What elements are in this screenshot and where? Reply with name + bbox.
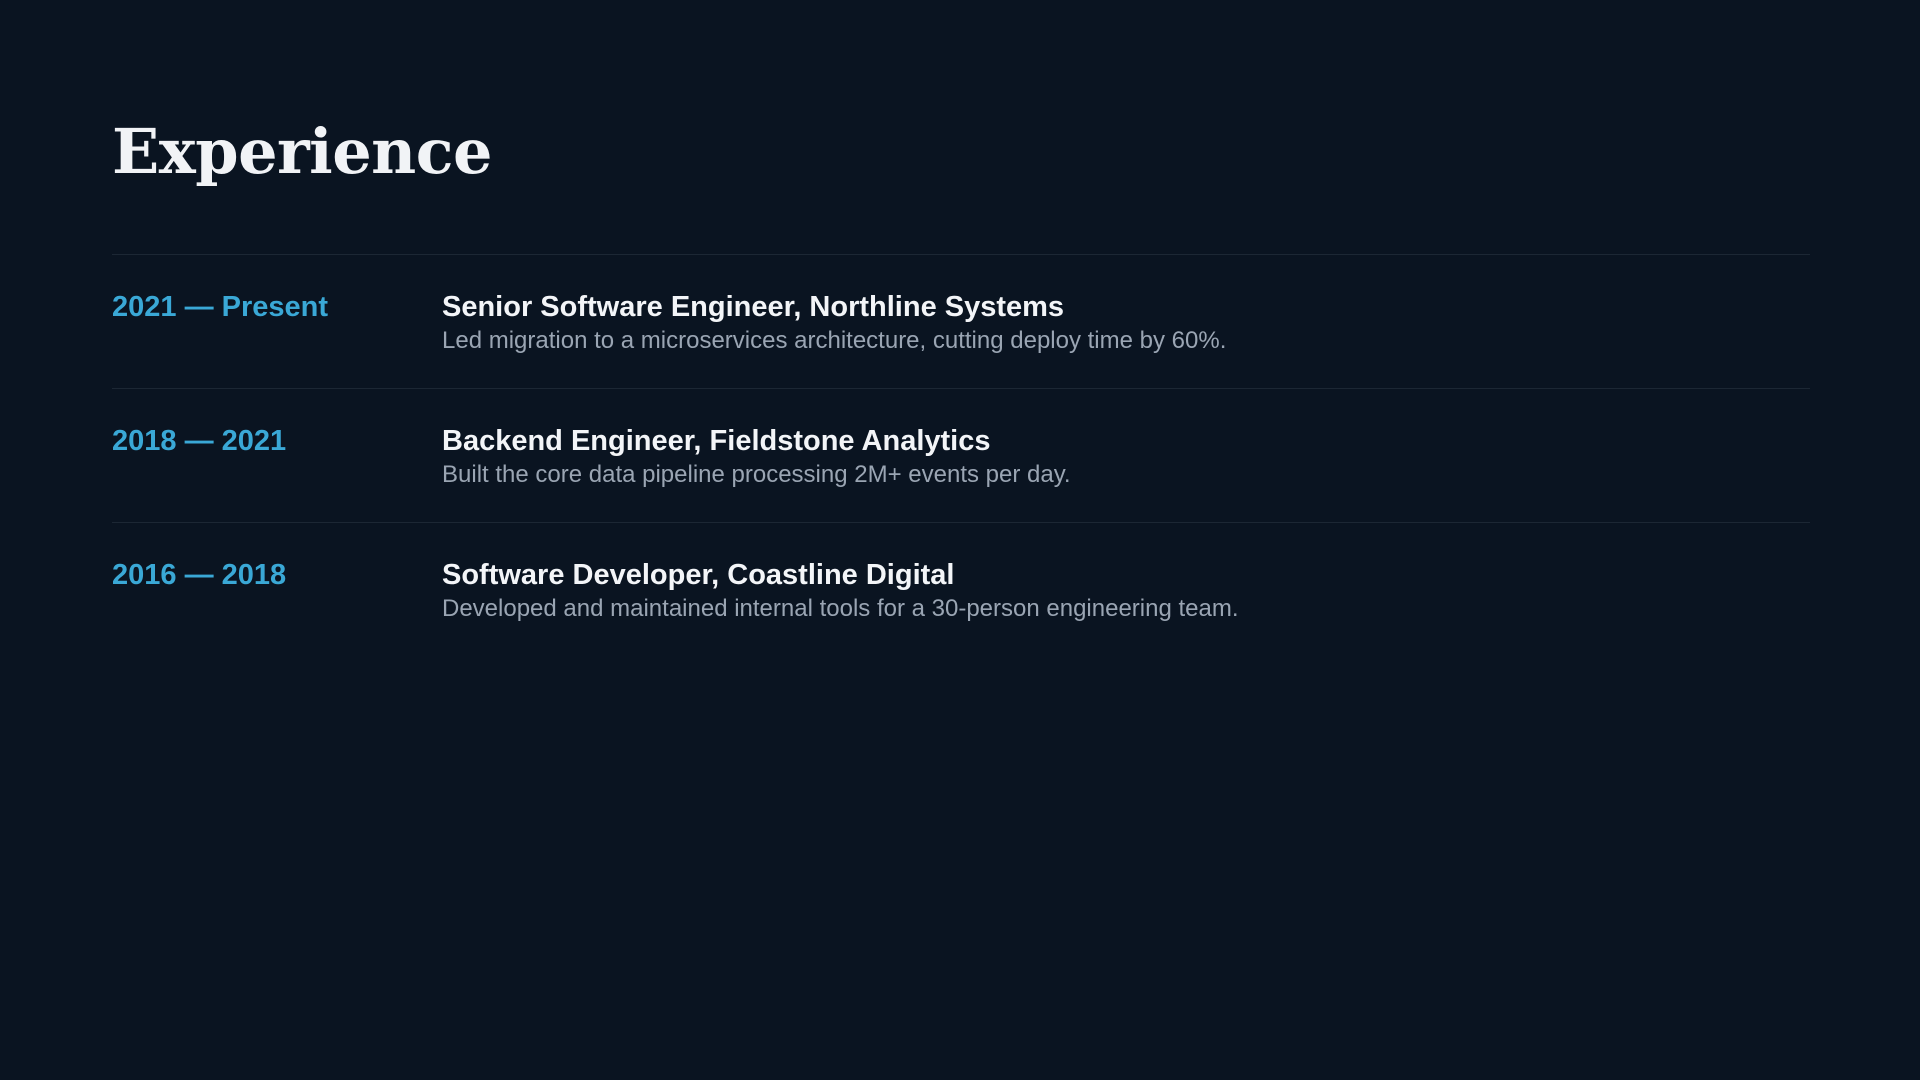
experience-entry: 2021 — Present Senior Software Engineer,… <box>112 255 1810 389</box>
experience-period: 2021 — Present <box>112 291 329 323</box>
experience-period: 2018 — 2021 <box>112 425 287 457</box>
experience-entry: 2016 — 2018 Software Developer, Coastlin… <box>112 523 1810 657</box>
experience-period: 2016 — 2018 <box>112 559 287 591</box>
page-title: Experience <box>112 115 492 188</box>
experience-description: Built the core data pipeline processing … <box>442 461 1071 488</box>
experience-role: Backend Engineer, Fieldstone Analytics <box>442 425 991 457</box>
experience-entry: 2018 — 2021 Backend Engineer, Fieldstone… <box>112 389 1810 523</box>
experience-description: Developed and maintained internal tools … <box>442 595 1239 622</box>
experience-description: Led migration to a microservices archite… <box>442 327 1227 354</box>
experience-role: Software Developer, Coastline Digital <box>442 559 955 591</box>
experience-slide: Experience 2021 — Present Senior Softwar… <box>112 0 1810 1080</box>
experience-role: Senior Software Engineer, Northline Syst… <box>442 291 1065 323</box>
experience-list: 2021 — Present Senior Software Engineer,… <box>112 254 1810 657</box>
